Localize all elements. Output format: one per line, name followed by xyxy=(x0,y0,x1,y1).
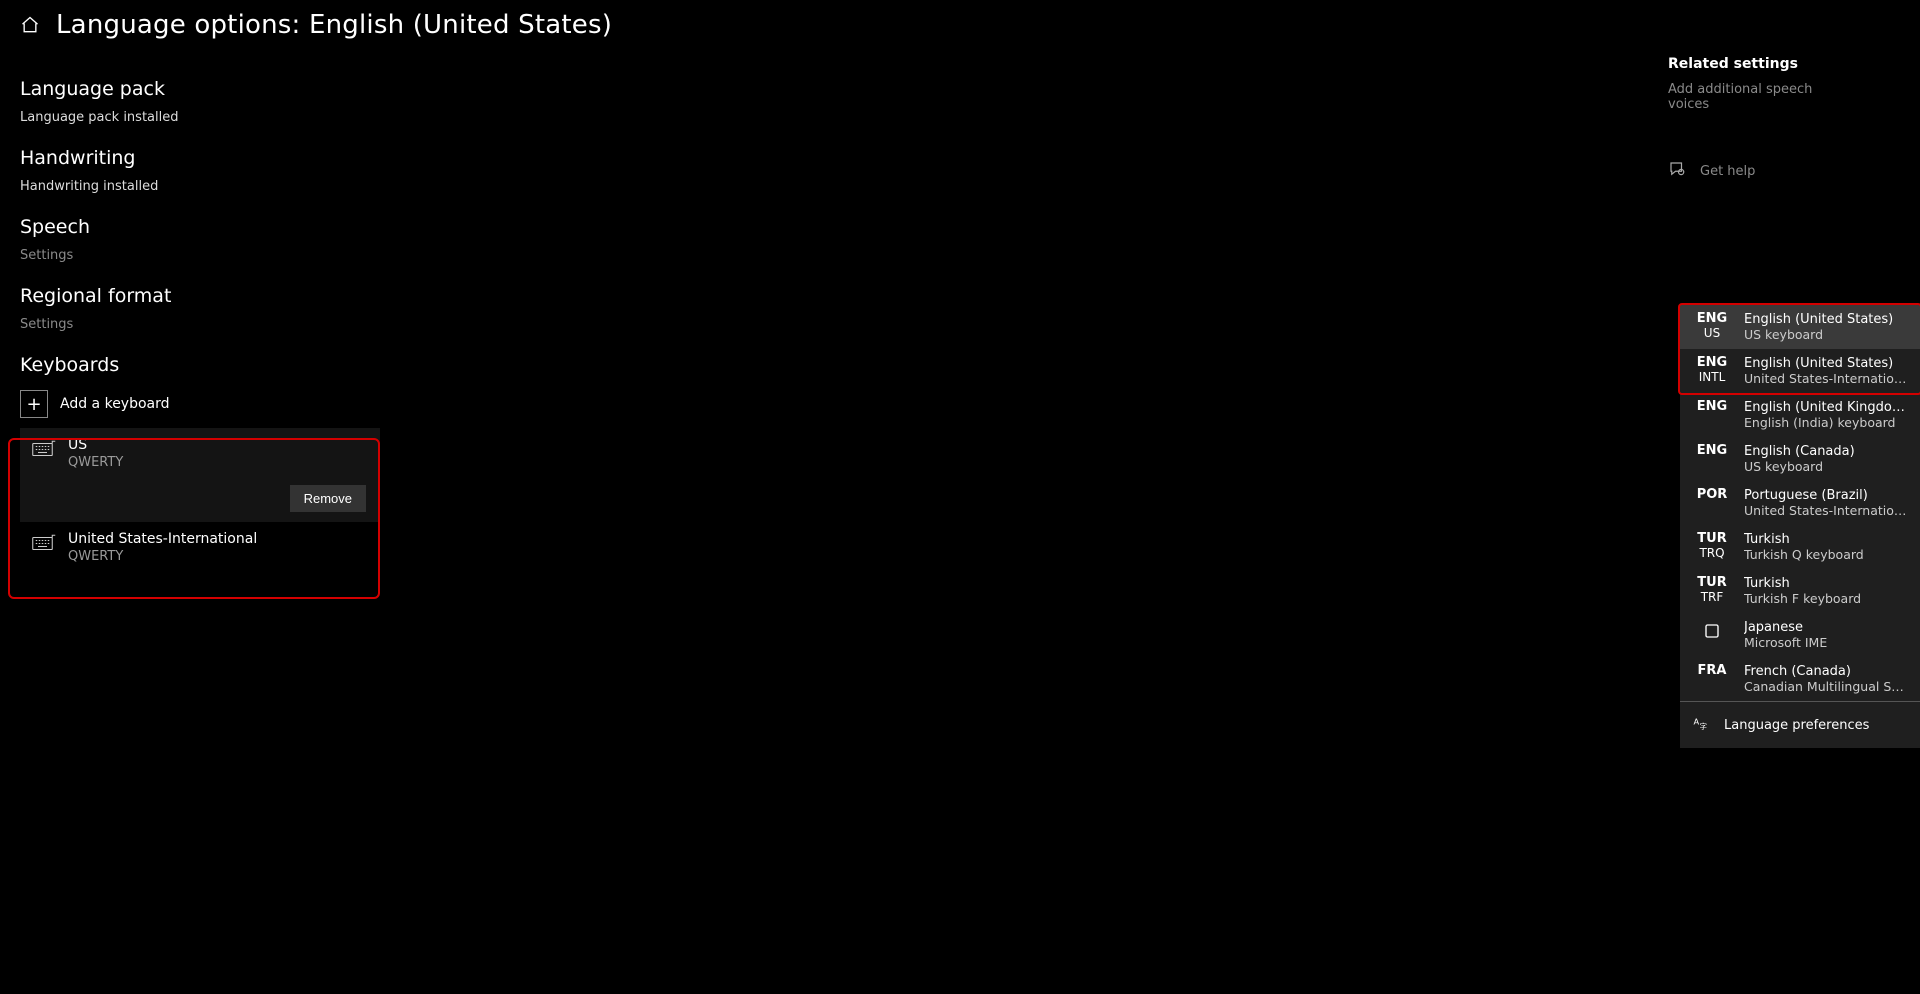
plus-icon: + xyxy=(20,390,48,418)
section-handwriting-heading: Handwriting xyxy=(20,147,660,169)
input-switcher-panel: ENGUSEnglish (United States)US keyboardE… xyxy=(1680,305,1920,748)
input-switcher-item[interactable]: ENG English (United Kingdom)English (Indi… xyxy=(1680,393,1920,437)
language-preferences-link[interactable]: A字 Language preferences xyxy=(1680,702,1920,748)
keyboard-icon xyxy=(32,532,56,556)
section-language-pack-heading: Language pack xyxy=(20,78,660,100)
input-switcher-item[interactable]: POR Portuguese (Brazil)United States-Inte… xyxy=(1680,481,1920,525)
ime-language-label: English (Canada) xyxy=(1744,444,1908,459)
section-language-pack-status: Language pack installed xyxy=(20,110,660,125)
ime-keyboard-label: Canadian Multilingual Stand… xyxy=(1744,679,1908,694)
input-switcher-item[interactable]: ENG English (Canada)US keyboard xyxy=(1680,437,1920,481)
ime-tag: ENG xyxy=(1692,444,1732,459)
ime-tag: ENGUS xyxy=(1692,312,1732,341)
speech-settings-link[interactable]: Settings xyxy=(20,248,660,263)
ime-keyboard-label: English (India) keyboard xyxy=(1744,415,1908,430)
section-handwriting-status: Handwriting installed xyxy=(20,179,660,194)
ime-japanese-icon xyxy=(1692,620,1732,640)
svg-text:A: A xyxy=(1694,717,1700,727)
ime-tag: TURTRF xyxy=(1692,576,1732,605)
ime-keyboard-label: US keyboard xyxy=(1744,327,1908,342)
input-switcher-item[interactable]: TURTRQ TurkishTurkish Q keyboard xyxy=(1680,525,1920,569)
ime-tag: ENG xyxy=(1692,400,1732,415)
ime-keyboard-label: Turkish Q keyboard xyxy=(1744,547,1908,562)
input-switcher-item[interactable]: ENGINTL English (United States)United Sta… xyxy=(1680,349,1920,393)
input-switcher-item[interactable]: ENGUS English (United States)US keyboard xyxy=(1680,305,1920,349)
help-icon xyxy=(1668,160,1686,182)
keyboard-item[interactable]: United States-International QWERTY xyxy=(20,522,380,574)
ime-language-label: English (United States) xyxy=(1744,312,1908,327)
regional-settings-link[interactable]: Settings xyxy=(20,317,660,332)
language-preferences-label: Language preferences xyxy=(1724,718,1869,733)
ime-language-label: Japanese xyxy=(1744,620,1908,635)
ime-language-label: English (United States) xyxy=(1744,356,1908,371)
ime-language-label: English (United Kingdom) xyxy=(1744,400,1908,415)
input-switcher-item[interactable]: JapaneseMicrosoft IME xyxy=(1680,613,1920,657)
input-switcher-item[interactable]: FRA French (Canada)Canadian Multilingual … xyxy=(1680,657,1920,701)
add-keyboard-label: Add a keyboard xyxy=(60,396,170,412)
keyboard-layout: QWERTY xyxy=(68,455,123,470)
keyboard-icon xyxy=(32,438,56,462)
ime-keyboard-label: United States-International k… xyxy=(1744,503,1908,518)
input-switcher-item[interactable]: TURTRF TurkishTurkish F keyboard xyxy=(1680,569,1920,613)
ime-keyboard-label: United States-International k… xyxy=(1744,371,1908,386)
related-settings-heading: Related settings xyxy=(1668,56,1848,72)
keyboard-item[interactable]: US QWERTY Remove xyxy=(20,428,380,522)
keyboard-name: US xyxy=(68,438,123,453)
get-help-link[interactable]: Get help xyxy=(1668,160,1848,182)
language-prefs-icon: A字 xyxy=(1692,714,1710,736)
get-help-label: Get help xyxy=(1700,164,1755,179)
remove-keyboard-button[interactable]: Remove xyxy=(290,485,366,512)
ime-keyboard-label: Turkish F keyboard xyxy=(1744,591,1908,606)
ime-language-label: Turkish xyxy=(1744,532,1908,547)
ime-tag: ENGINTL xyxy=(1692,356,1732,385)
ime-language-label: French (Canada) xyxy=(1744,664,1908,679)
ime-language-label: Turkish xyxy=(1744,576,1908,591)
ime-tag: TURTRQ xyxy=(1692,532,1732,561)
section-speech-heading: Speech xyxy=(20,216,660,238)
ime-keyboard-label: Microsoft IME xyxy=(1744,635,1908,650)
ime-tag: FRA xyxy=(1692,664,1732,679)
section-regional-heading: Regional format xyxy=(20,285,660,307)
ime-keyboard-label: US keyboard xyxy=(1744,459,1908,474)
add-keyboard-button[interactable]: + Add a keyboard xyxy=(20,390,660,418)
svg-text:字: 字 xyxy=(1700,721,1708,731)
ime-tag: POR xyxy=(1692,488,1732,503)
add-speech-voices-link[interactable]: Add additional speech voices xyxy=(1668,82,1848,112)
keyboard-layout: QWERTY xyxy=(68,549,257,564)
ime-language-label: Portuguese (Brazil) xyxy=(1744,488,1908,503)
section-keyboards-heading: Keyboards xyxy=(20,354,660,376)
page-title: Language options: English (United States… xyxy=(56,10,612,40)
keyboard-name: United States-International xyxy=(68,532,257,547)
home-icon[interactable] xyxy=(20,15,40,35)
